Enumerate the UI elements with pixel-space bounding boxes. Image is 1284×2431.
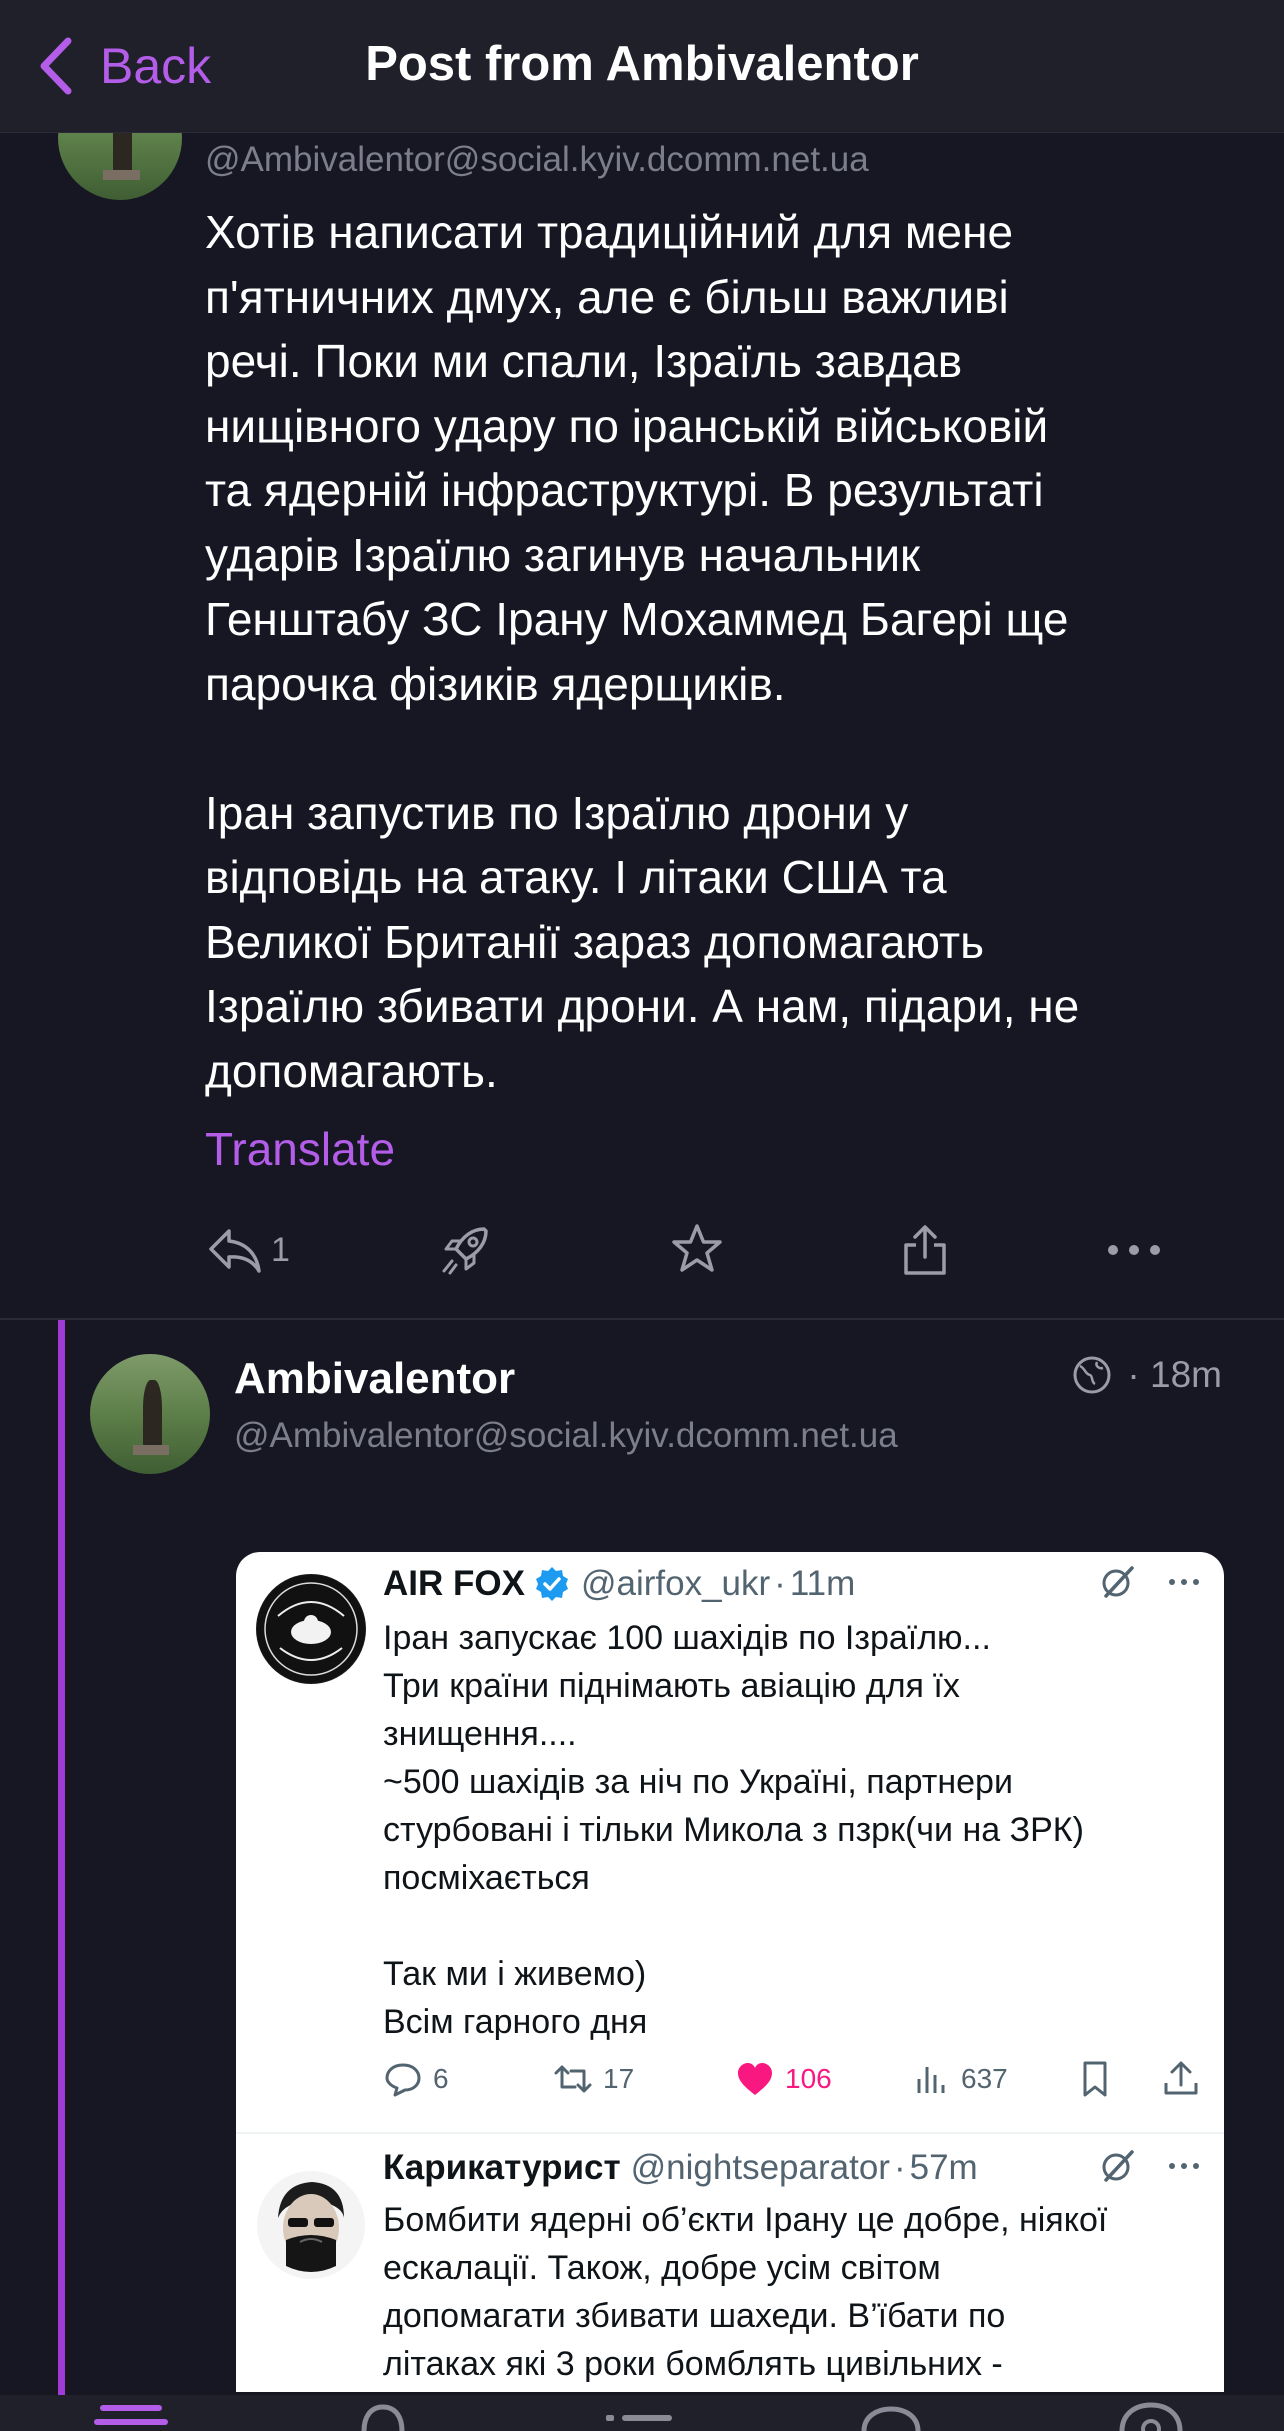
tweet-views: 637 bbox=[911, 2054, 1008, 2104]
more-icon bbox=[1169, 1579, 1199, 1585]
profile-icon[interactable] bbox=[1106, 2395, 1196, 2431]
tweet-reply: 6 bbox=[383, 2054, 449, 2104]
attached-image[interactable]: AIR FOX @airfox_ukr · 11m Іран запускає … bbox=[236, 1552, 1224, 2392]
tweet-time: 11m bbox=[789, 1564, 856, 1603]
divider bbox=[0, 1318, 1284, 1320]
post-meta: · 18m bbox=[1071, 1354, 1222, 1396]
tweet-time: 57m bbox=[909, 2148, 978, 2187]
notifications-icon[interactable] bbox=[338, 2395, 428, 2431]
translate-button[interactable]: Translate bbox=[205, 1122, 395, 1176]
tweet-author-name: Карикатурист bbox=[383, 2148, 621, 2187]
share-button[interactable] bbox=[896, 1218, 954, 1282]
post-author-name[interactable]: Ambivalentor bbox=[234, 1354, 515, 1404]
reply-icon bbox=[209, 1229, 261, 1273]
dot-separator: · bbox=[1127, 1354, 1151, 1395]
tweet-share bbox=[1161, 2054, 1211, 2104]
reply-count: 6 bbox=[433, 2063, 449, 2094]
tweet-separator bbox=[236, 2132, 1224, 2134]
post-author-handle[interactable]: @Ambivalentor@social.kyiv.dcomm.net.ua bbox=[234, 1416, 898, 1456]
more-icon bbox=[1169, 2163, 1199, 2169]
post-author-handle[interactable]: @Ambivalentor@social.kyiv.dcomm.net.ua bbox=[205, 140, 869, 180]
tweet-text: Іран запускає 100 шахідів по Ізраїлю... … bbox=[383, 1619, 1084, 2041]
heart-icon bbox=[738, 2063, 772, 2095]
post-body: Хотів написати традиційний для мене п'ят… bbox=[205, 206, 1080, 1097]
thread-line bbox=[58, 1320, 65, 2395]
retweet-count: 17 bbox=[603, 2063, 635, 2094]
avatar[interactable] bbox=[90, 1354, 210, 1474]
post-time: 18m bbox=[1150, 1354, 1222, 1395]
tweet-retweet: 17 bbox=[553, 2054, 634, 2104]
explore-icon[interactable] bbox=[846, 2395, 936, 2431]
post-actions: 1 bbox=[0, 1218, 1284, 1282]
tab-bar bbox=[0, 2395, 1284, 2431]
reply-button[interactable]: 1 bbox=[205, 1218, 290, 1282]
tweet-author-handle: @nightseparator bbox=[630, 2148, 890, 2187]
tweet-actions: 6 17 106 637 bbox=[383, 2054, 1203, 2104]
retweet-icon bbox=[554, 2065, 592, 2093]
boost-icon bbox=[442, 1227, 488, 1275]
reply-count: 1 bbox=[271, 1230, 290, 1269]
tweet-like: 106 bbox=[735, 2054, 832, 2104]
grok-icon bbox=[1102, 1566, 1134, 1598]
bookmark-icon bbox=[1083, 2061, 1107, 2097]
boost-button[interactable] bbox=[436, 1218, 494, 1282]
like-count: 106 bbox=[785, 2063, 832, 2094]
views-count: 637 bbox=[961, 2063, 1008, 2094]
comment-icon bbox=[385, 2063, 421, 2097]
favourite-icon bbox=[672, 1224, 722, 1272]
lists-icon[interactable] bbox=[596, 2395, 686, 2431]
upload-icon bbox=[1164, 2061, 1198, 2095]
more-icon bbox=[1108, 1245, 1160, 1255]
globe-icon bbox=[1073, 1356, 1111, 1394]
tweet-author-handle: @airfox_ukr bbox=[580, 1564, 771, 1603]
share-icon bbox=[904, 1225, 946, 1275]
more-button[interactable] bbox=[1104, 1218, 1164, 1282]
dot-separator: · bbox=[893, 2148, 906, 2187]
tweet-bookmark bbox=[1075, 2054, 1125, 2104]
favourite-button[interactable] bbox=[668, 1218, 726, 1282]
avatar bbox=[256, 2170, 366, 2280]
grok-icon bbox=[1102, 2150, 1134, 2182]
home-icon[interactable] bbox=[86, 2395, 176, 2431]
avatar bbox=[256, 1574, 366, 1684]
navigation-bar: Back Post from Ambivalentor bbox=[0, 0, 1284, 133]
dot-separator: · bbox=[774, 1564, 786, 1603]
verified-icon bbox=[535, 1567, 568, 1601]
tweet-author-name: AIR FOX bbox=[383, 1564, 525, 1603]
page-title: Post from Ambivalentor bbox=[365, 37, 919, 91]
views-icon bbox=[917, 2067, 945, 2093]
tweet-text: Бомбити ядерні об’єкти Ірану це добре, н… bbox=[383, 2201, 1108, 2383]
